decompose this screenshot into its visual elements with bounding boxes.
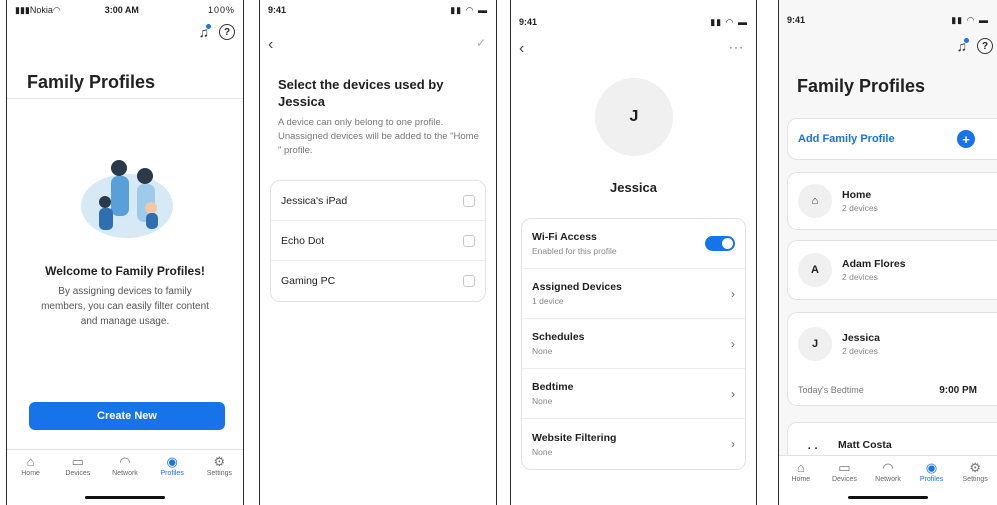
create-new-button[interactable]: Create New	[29, 402, 225, 430]
bedtime-label: Today's Bedtime	[798, 385, 864, 395]
notification-bell-icon[interactable]: ♫	[199, 24, 211, 40]
tab-settings[interactable]: ⚙ Settings	[199, 454, 239, 477]
welcome-description: By assigning devices to family members, …	[41, 286, 209, 327]
home-icon: ⌂	[798, 184, 832, 218]
status-bar: ▮▮▮ Nokia ◠ 3:00 AM 100%	[7, 0, 243, 20]
chevron-right-icon: ›	[731, 437, 735, 451]
profile-card-home[interactable]: ⌂ Home 2 devices	[787, 172, 997, 230]
gear-icon: ⚙	[969, 460, 981, 475]
profile-card-jessica[interactable]: J Jessica 2 devices Today's Bedtime 9:00 PM	[787, 312, 997, 406]
page-description: A device can only belong to one profile.…	[278, 117, 479, 156]
notification-bell-icon[interactable]: ♫	[957, 38, 969, 54]
tab-home[interactable]: ⌂ Home	[781, 460, 821, 483]
profiles-icon: ◉	[166, 454, 178, 469]
divider	[7, 98, 243, 99]
home-icon: ⌂	[796, 460, 805, 475]
device-checkbox[interactable]	[463, 194, 475, 207]
profile-detail-screen: 9:41 ▮▮ ◠ ▬ ‹ ··· J Jessica Wi-Fi Access E…	[510, 0, 757, 505]
confirm-check-icon[interactable]: ✓	[476, 36, 486, 50]
add-profile-card[interactable]: Add Family Profile +	[787, 118, 997, 160]
tab-bar: ⌂ Home ▭ Devices ◠ Network ◉ Profiles ⚙ Setti…	[7, 449, 243, 505]
back-chevron-icon[interactable]: ‹	[268, 36, 273, 54]
status-time: 9:41	[519, 17, 538, 27]
tab-devices[interactable]: ▭ Devices	[58, 454, 98, 477]
wifi-access-toggle[interactable]	[705, 236, 735, 251]
tab-devices[interactable]: ▭ Devices	[824, 460, 864, 483]
tab-profiles[interactable]: ◉ Profiles	[152, 454, 192, 477]
device-row[interactable]: Gaming PC	[271, 261, 485, 301]
chevron-right-icon: ›	[731, 286, 735, 301]
chevron-right-icon: ›	[731, 386, 735, 401]
website-filtering-row[interactable]: Website Filtering None ›	[522, 419, 745, 469]
tab-network[interactable]: ◠ Network	[105, 454, 145, 477]
page-title: Family Profiles	[797, 76, 926, 96]
device-row[interactable]: Echo Dot	[271, 221, 485, 261]
gear-icon: ⚙	[213, 454, 226, 469]
more-options-icon[interactable]: ···	[729, 40, 744, 54]
avatar: J	[595, 78, 673, 156]
tab-profiles[interactable]: ◉ Profiles	[912, 460, 952, 483]
welcome-heading: Welcome to Family Profiles!	[45, 264, 205, 278]
status-icons: ▮▮ ◠ ▬	[710, 16, 748, 27]
help-icon[interactable]: ?	[977, 38, 993, 54]
bedtime-value: 9:00 PM	[939, 384, 977, 396]
bedtime-row[interactable]: Bedtime None ›	[522, 369, 745, 419]
family-illustration	[81, 160, 173, 238]
help-icon[interactable]: ?	[219, 24, 235, 40]
battery-level: 100%	[207, 5, 235, 15]
status-icons: ▮▮ ◠ ▬	[951, 14, 989, 25]
add-family-profile-label: Add Family Profile	[798, 133, 895, 145]
status-time: 9:41	[787, 15, 806, 25]
chevron-right-icon: ›	[731, 336, 735, 351]
device-checkbox[interactable]	[463, 234, 475, 247]
back-chevron-icon[interactable]: ‹	[519, 40, 524, 58]
profile-card-adam[interactable]: A Adam Flores 2 devices	[787, 240, 997, 300]
page-title: Family Profiles	[27, 72, 156, 92]
home-indicator	[848, 496, 928, 499]
status-time: 9:41	[268, 5, 287, 15]
wifi-status-icon: ◠	[52, 4, 61, 15]
device-checkbox[interactable]	[463, 275, 475, 287]
page-title: Select the devices used by Jessica	[278, 77, 444, 109]
settings-list: Wi-Fi Access Enabled for this profile Ass…	[521, 218, 746, 470]
tab-home[interactable]: ⌂ Home	[11, 454, 51, 477]
profiles-list-screen: 9:41 ▮▮ ◠ ▬ ♫ ? Family Profiles Add Famil…	[778, 0, 997, 505]
add-plus-icon[interactable]: +	[957, 130, 975, 148]
status-icons: ▮▮ ◠ ▬	[450, 4, 488, 15]
devices-icon: ▭	[71, 454, 84, 469]
signal-icon: ▮▮▮	[15, 4, 30, 15]
select-devices-screen: 9:41 ▮▮ ◠ ▬ ‹ ✓ Select the devices used b…	[259, 0, 497, 505]
avatar: J	[798, 327, 832, 361]
status-time: 3:00 AM	[104, 5, 139, 15]
tab-network[interactable]: ◠ Network	[868, 460, 908, 483]
devices-icon: ▭	[838, 460, 851, 475]
device-row[interactable]: Jessica's iPad	[271, 181, 485, 221]
carrier-label: Nokia	[29, 5, 53, 15]
profiles-icon: ◉	[925, 460, 938, 475]
home-indicator	[85, 496, 165, 499]
tab-settings[interactable]: ⚙ Settings	[955, 460, 995, 483]
profile-name: Jessica	[610, 180, 657, 195]
assigned-devices-row[interactable]: Assigned Devices 1 device ›	[522, 269, 745, 319]
device-list: Jessica's iPad Echo Dot Gaming PC	[270, 180, 486, 302]
avatar: A	[798, 253, 832, 287]
wifi-icon: ◠	[119, 454, 131, 469]
welcome-screen: ▮▮▮ Nokia ◠ 3:00 AM 100% ♫ ? Family Prof…	[6, 0, 244, 505]
wifi-access-row[interactable]: Wi-Fi Access Enabled for this profile	[522, 219, 745, 269]
tab-bar: ⌂ Home ▭ Devices ◠ Network ◉ Profiles ⚙ Setti…	[779, 455, 997, 505]
wifi-icon: ◠	[882, 460, 894, 475]
home-icon: ⌂	[26, 454, 35, 469]
schedules-row[interactable]: Schedules None ›	[522, 319, 745, 369]
